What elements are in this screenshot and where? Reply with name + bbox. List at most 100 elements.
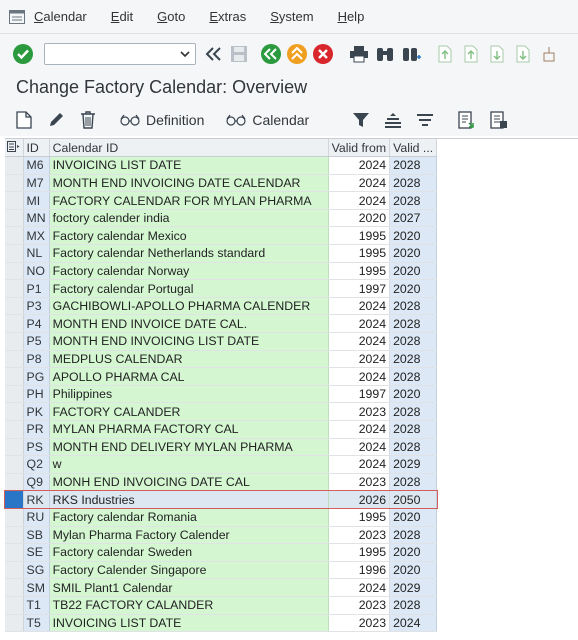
cell-valid-to[interactable]: 2020 [389,244,438,263]
table-row[interactable]: PG APOLLO PHARMA CAL 2024 2028 [5,367,438,386]
cell-id[interactable]: SE [23,543,50,562]
cell-valid-to[interactable]: 2024 [389,614,438,633]
menu-extras[interactable]: Extras [209,9,246,24]
cell-valid-to[interactable]: 2050 [389,490,438,509]
cell-valid-to[interactable]: 2020 [389,543,438,562]
print-icon[interactable] [346,41,372,67]
cell-id[interactable]: PH [23,385,50,404]
cancel-icon[interactable] [310,41,336,67]
cell-calendar-id[interactable]: TB22 FACTORY CALANDER [49,596,329,615]
cell-valid-from[interactable]: 1995 [328,508,391,527]
table-row[interactable]: MX Factory calendar Mexico 1995 2020 [5,226,438,246]
cell-valid-to[interactable]: 2028 [389,473,438,492]
find-icon[interactable] [372,41,398,67]
table-row[interactable]: RK RKS Industries 2026 2050 [4,489,438,510]
layout-icon[interactable] [483,106,515,134]
cell-valid-from[interactable]: 2023 [328,402,391,421]
cell-valid-to[interactable]: 2028 [389,297,438,316]
row-selector[interactable] [5,420,24,439]
delete-trash-icon[interactable] [72,106,104,134]
cell-calendar-id[interactable]: MONH END INVOICING DATE CAL [49,473,329,492]
sap-menu-icon[interactable] [6,6,28,28]
cell-valid-from[interactable]: 2023 [328,526,391,545]
cell-calendar-id[interactable]: GACHIBOWLI-APOLLO PHARMA CALENDER [49,297,329,316]
row-selector[interactable] [5,543,24,562]
cell-valid-to[interactable]: 2029 [389,455,438,474]
table-row[interactable]: RU Factory calendar Romania 1995 2020 [5,508,438,527]
cell-calendar-id[interactable]: Factory calendar Mexico [49,226,329,246]
cell-valid-to[interactable]: 2028 [389,350,438,369]
column-header-calendar-id[interactable]: Calendar ID [49,139,329,158]
row-selector[interactable] [5,561,24,580]
row-selector[interactable] [5,614,24,633]
cell-valid-to[interactable]: 2028 [389,191,438,210]
cell-calendar-id[interactable]: MONTH END DELIVERY MYLAN PHARMA [49,438,329,457]
cell-id[interactable]: MN [23,209,50,228]
cell-id[interactable]: P3 [23,297,50,316]
cell-calendar-id[interactable]: MONTH END INVOICING LIST DATE [49,332,329,351]
table-row[interactable]: P4 MONTH END INVOICE DATE CAL. 2024 2028 [5,314,438,334]
cell-valid-from[interactable]: 2024 [328,455,391,474]
row-selector[interactable] [5,455,24,474]
cell-calendar-id[interactable]: Factory calendar Netherlands standard [49,244,329,263]
new-document-icon[interactable] [8,106,40,134]
cell-valid-from[interactable]: 1995 [328,262,391,281]
row-selector[interactable] [5,402,24,421]
cell-calendar-id[interactable]: FACTORY CALANDER [49,402,329,421]
cell-calendar-id[interactable]: INVOICING LIST DATE [49,156,329,175]
column-header-id[interactable]: ID [23,139,50,158]
table-row[interactable]: MN foctory calender india 2020 2027 [5,209,438,228]
menu-system[interactable]: System [270,9,313,24]
table-row[interactable]: NL Factory calendar Netherlands standard 1… [5,244,438,263]
enter-check-icon[interactable] [10,41,36,67]
cell-valid-to[interactable]: 2028 [389,438,438,457]
cell-calendar-id[interactable]: MEDPLUS CALENDAR [49,350,329,369]
table-row[interactable]: SE Factory calendar Sweden 1995 2020 [5,543,438,562]
cell-calendar-id[interactable]: MONTH END INVOICING DATE CALENDAR [49,174,329,193]
table-row[interactable]: Q9 MONH END INVOICING DATE CAL 2023 2028 [5,473,438,492]
cell-valid-from[interactable]: 1996 [328,561,391,580]
row-selector[interactable] [5,350,24,369]
row-selector[interactable] [5,209,24,228]
filter-icon[interactable] [345,106,377,134]
cell-valid-to[interactable]: 2020 [389,226,438,246]
cell-valid-from[interactable]: 2024 [328,420,391,439]
table-row[interactable]: MI FACTORY CALENDAR FOR MYLAN PHARMA 2024 2… [5,191,438,210]
command-field[interactable] [44,43,196,65]
cell-valid-to[interactable]: 2020 [389,508,438,527]
cell-valid-from[interactable]: 2026 [328,490,391,509]
cell-id[interactable]: T1 [23,596,50,615]
cell-valid-from[interactable]: 1995 [328,244,391,263]
cell-valid-to[interactable]: 2028 [389,420,438,439]
cell-id[interactable]: MX [23,226,50,246]
cell-calendar-id[interactable]: Factory calendar Sweden [49,543,329,562]
row-selector[interactable] [5,279,24,298]
table-row[interactable]: SM SMIL Plant1 Calendar 2024 2029 [5,578,438,597]
cell-valid-from[interactable]: 1997 [328,385,391,404]
row-selector[interactable] [5,508,24,527]
row-selector[interactable] [5,385,24,404]
cell-id[interactable]: SB [23,526,50,545]
table-row[interactable]: P3 GACHIBOWLI-APOLLO PHARMA CALENDER 2024 2… [5,297,438,316]
cell-id[interactable]: NL [23,244,50,263]
table-row[interactable]: PR MYLAN PHARMA FACTORY CAL 2024 2028 [5,420,438,439]
cell-calendar-id[interactable]: MONTH END INVOICE DATE CAL. [49,314,329,334]
row-selector[interactable] [5,244,24,263]
cell-valid-to[interactable]: 2020 [389,279,438,298]
cell-id[interactable]: PS [23,438,50,457]
exit-icon[interactable] [284,41,310,67]
cell-id[interactable]: SG [23,561,50,580]
cell-valid-from[interactable]: 2024 [328,174,391,193]
back-icon[interactable] [258,41,284,67]
sort-descending-icon[interactable] [409,106,441,134]
menu-help[interactable]: Help [338,9,365,24]
cell-valid-from[interactable]: 2024 [328,297,391,316]
cell-valid-to[interactable]: 2028 [389,156,438,175]
table-row[interactable]: P8 MEDPLUS CALENDAR 2024 2028 [5,350,438,369]
cell-valid-from[interactable]: 2023 [328,614,391,633]
cell-valid-from[interactable]: 2020 [328,209,391,228]
cell-valid-to[interactable]: 2028 [389,174,438,193]
table-row[interactable]: M7 MONTH END INVOICING DATE CALENDAR 2024 2… [5,174,438,193]
last-page-icon[interactable] [510,41,536,67]
table-row[interactable]: Q2 w 2024 2029 [5,455,438,474]
